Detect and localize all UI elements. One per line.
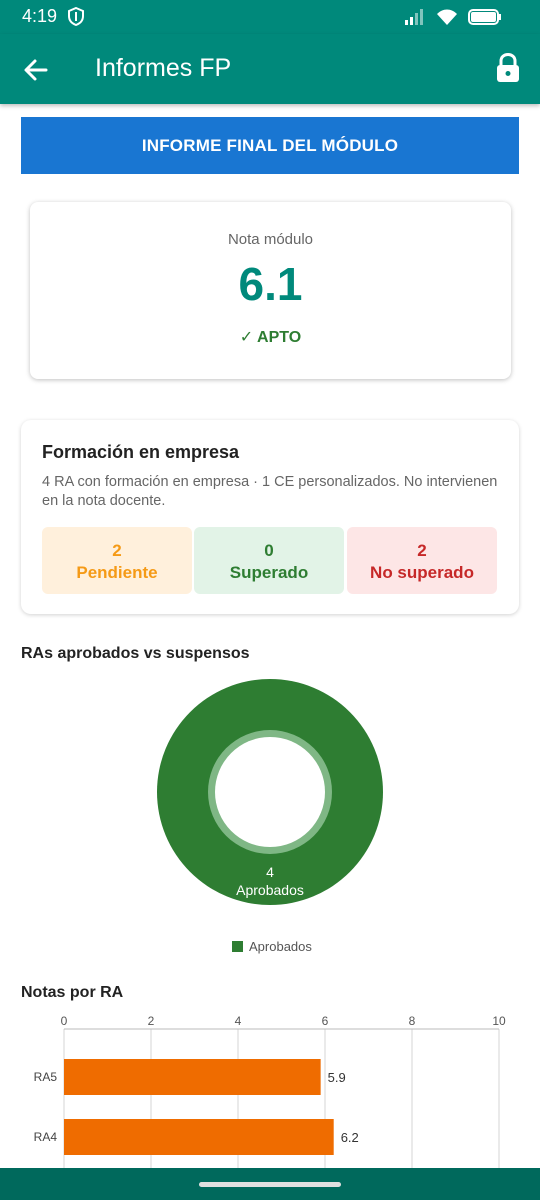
donut-slice-label: Aprobados: [236, 882, 304, 898]
company-training-card: Formación en empresa 4 RA con formación …: [21, 420, 519, 614]
x-tick-label: 10: [492, 1014, 506, 1028]
donut-hole: [215, 737, 325, 847]
company-training-title: Formación en empresa: [42, 442, 240, 462]
y-tick-label: RA5: [34, 1070, 58, 1084]
status-bar: 4:19: [0, 0, 540, 34]
shield-icon: [68, 6, 84, 31]
failed-count: 2: [417, 541, 427, 560]
wifi-icon: [436, 8, 458, 31]
system-nav-bar: [0, 1168, 540, 1200]
bar: [64, 1059, 321, 1095]
pending-label: Pendiente: [76, 563, 158, 582]
signal-icon: [404, 8, 426, 31]
y-tick-label: RA4: [34, 1130, 58, 1144]
status-time: 4:19: [22, 6, 58, 26]
legend-swatch-aprobados: [232, 941, 243, 952]
x-tick-label: 8: [409, 1014, 416, 1028]
pending-count: 2: [112, 541, 122, 560]
x-tick-label: 0: [61, 1014, 68, 1028]
company-training-description: 4 RA con formación en empresa · 1 CE per…: [42, 474, 498, 509]
bar: [64, 1119, 334, 1155]
passed-count-box: 0 Superado: [194, 527, 344, 594]
donut-legend: Aprobados: [232, 939, 312, 954]
legend-label-aprobados: Aprobados: [249, 939, 312, 954]
final-report-button[interactable]: INFORME FINAL DEL MÓDULO: [21, 117, 519, 174]
bar-value-label: 5.9: [328, 1070, 346, 1085]
x-tick-label: 4: [235, 1014, 242, 1028]
back-arrow-icon[interactable]: [22, 56, 50, 84]
grade-label: Nota módulo: [227, 231, 314, 248]
x-tick-label: 2: [148, 1014, 155, 1028]
grade-card: Nota módulo 6.1 ✓ APTO: [30, 202, 511, 379]
grade-status-badge: ✓ APTO: [239, 329, 302, 346]
passed-count: 0: [264, 541, 274, 560]
donut-chart-title: RAs aprobados vs suspensos: [21, 645, 250, 662]
bar-chart: 0 2 4 6 8 10 RA5 5.9 RA4 6.2: [34, 1014, 506, 1170]
donut-chart: 4 Aprobados: [157, 679, 383, 905]
bar-chart-title: Notas por RA: [21, 984, 124, 1001]
passed-label: Superado: [229, 563, 309, 582]
donut-center-value: 4: [266, 864, 274, 880]
pending-count-box: 2 Pendiente: [42, 527, 192, 594]
lock-icon[interactable]: [494, 52, 522, 84]
page-title: Informes FP: [95, 54, 232, 82]
home-gesture-handle[interactable]: [199, 1182, 341, 1187]
battery-icon: [468, 8, 502, 31]
bar-value-label: 6.2: [341, 1130, 359, 1145]
failed-count-box: 2 No superado: [347, 527, 497, 594]
app-bar: Informes FP: [0, 34, 540, 104]
grade-value: 6.1: [238, 258, 303, 310]
failed-label: No superado: [370, 563, 474, 582]
x-tick-label: 6: [322, 1014, 329, 1028]
